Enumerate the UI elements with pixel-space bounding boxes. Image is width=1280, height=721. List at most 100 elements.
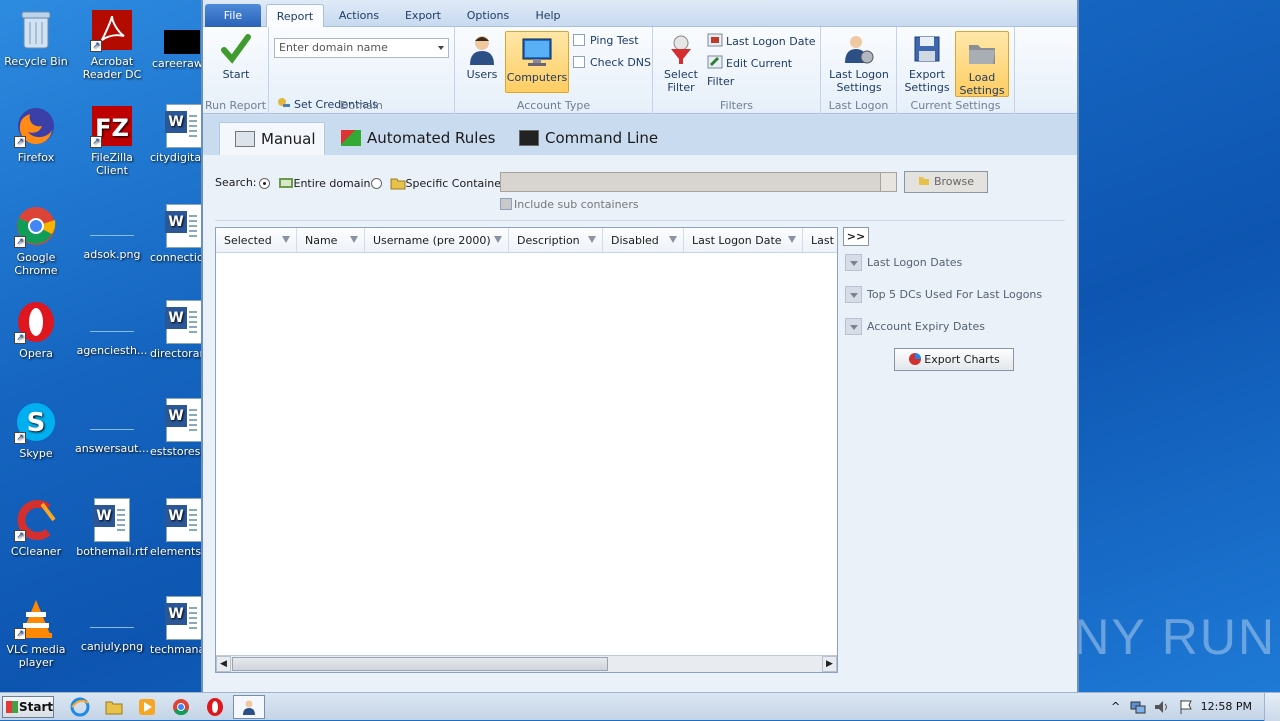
desktop-icon-citydigital[interactable]: citydigital	[150, 104, 206, 164]
file-explorer-icon[interactable]	[104, 697, 124, 717]
desktop-icon-label: techmana	[150, 643, 206, 656]
start-button[interactable]: Start	[213, 33, 259, 81]
menu-report[interactable]: Report	[266, 4, 324, 27]
word-doc-icon	[165, 300, 202, 344]
media-player-icon[interactable]	[137, 697, 157, 717]
radio-button	[259, 178, 270, 189]
chart-last-logon-dates[interactable]: Last Logon Dates	[845, 254, 962, 271]
export-charts-icon	[909, 353, 922, 365]
scroll-thumb[interactable]	[232, 657, 608, 671]
export-charts-button[interactable]: Export Charts	[894, 348, 1014, 371]
desktop-icon-ccleaner[interactable]: ↗ CCleaner	[0, 498, 74, 558]
container-combobox[interactable]	[500, 172, 897, 192]
volume-icon[interactable]	[1152, 697, 1172, 717]
group-account-type: Users Computers Ping Test Check DNS Acco…	[455, 27, 653, 114]
ping-test-checkbox[interactable]: Ping Test	[573, 32, 639, 50]
scroll-right-icon[interactable]: ▶	[822, 656, 837, 672]
desktop-icon-adsok[interactable]: adsok.png	[74, 204, 150, 261]
desktop-icon-vlc[interactable]: ↗ VLC media player	[0, 596, 74, 669]
flag-icon[interactable]	[1176, 697, 1196, 717]
column-header-name[interactable]: Name	[297, 228, 365, 252]
column-header-username[interactable]: Username (pre 2000)	[365, 228, 509, 252]
computers-label: Computers	[506, 71, 568, 84]
show-desktop-button[interactable]	[1264, 693, 1280, 721]
chart-top5-dcs[interactable]: Top 5 DCs Used For Last Logons	[845, 286, 1042, 303]
menu-help[interactable]: Help	[527, 4, 569, 27]
group-filters: Select Filter Last Logon Date Edit Curren…	[653, 27, 821, 114]
menu-actions[interactable]: Actions	[331, 4, 387, 27]
column-header-last-logon-truncated[interactable]: Last L	[803, 228, 837, 252]
chrome-taskbar-icon[interactable]	[171, 697, 191, 717]
filter-icon[interactable]	[494, 236, 502, 243]
domain-combobox[interactable]: Enter domain name	[274, 38, 449, 58]
filter-icon[interactable]	[282, 236, 290, 243]
specific-container-radio[interactable]: Specific Container:	[371, 176, 509, 190]
load-settings-button[interactable]: Load Settings	[955, 31, 1009, 97]
desktop-icon-recycle-bin[interactable]: Recycle Bin	[0, 8, 74, 68]
word-doc-icon	[165, 398, 202, 442]
users-button[interactable]: Users	[463, 33, 501, 81]
include-sub-containers-checkbox[interactable]: Include sub containers	[500, 198, 639, 211]
desktop-icon-connectio[interactable]: connectio	[150, 204, 206, 264]
tab-automated-rules[interactable]: Automated Rules	[341, 122, 501, 155]
filter-icon[interactable]	[669, 236, 677, 243]
column-header-last-logon-date[interactable]: Last Logon Date	[684, 228, 803, 252]
start-button-taskbar[interactable]: Start	[2, 696, 54, 718]
last-logon-settings-button[interactable]: Last Logon Settings	[825, 33, 893, 94]
browse-button[interactable]: Browse	[904, 171, 988, 193]
desktop-icon-skype[interactable]: S ↗ Skype	[0, 400, 74, 460]
app-window: File Report Actions Export Options Help …	[201, 0, 1079, 692]
internet-explorer-icon[interactable]	[70, 697, 90, 717]
desktop-icon-techmana[interactable]: techmana	[150, 596, 206, 656]
filter-icon[interactable]	[588, 236, 596, 243]
opera-taskbar-icon[interactable]	[205, 697, 225, 717]
filter-icon[interactable]	[350, 236, 358, 243]
export-settings-button[interactable]: Export Settings	[901, 33, 953, 94]
entire-domain-radio[interactable]: Entire domain	[259, 176, 371, 190]
column-header-description[interactable]: Description	[509, 228, 603, 252]
horizontal-scrollbar[interactable]: ◀ ▶	[216, 655, 837, 672]
desktop-icon-canjuly[interactable]: canjuly.png	[74, 596, 150, 653]
desktop-icon-careerawa[interactable]: careerawa	[146, 8, 210, 70]
desktop-icon-firefox[interactable]: ↗ Firefox	[0, 104, 74, 164]
desktop-icon-elementsp[interactable]: elementsp	[150, 498, 208, 558]
filter-icon[interactable]	[788, 236, 796, 243]
expand-panel-button[interactable]: >>	[843, 227, 869, 246]
active-app-taskbar-button[interactable]	[233, 695, 265, 719]
container-icon	[390, 178, 405, 190]
check-dns-checkbox[interactable]: Check DNS	[573, 54, 651, 72]
tab-manual[interactable]: Manual	[219, 122, 325, 155]
shortcut-arrow-icon: ↗	[14, 136, 26, 148]
select-filter-button[interactable]: Select Filter	[661, 33, 701, 94]
export-settings-label-1: Export	[908, 68, 945, 81]
recycle-bin-icon	[21, 11, 51, 49]
desktop-icon-acrobat[interactable]: ↗ Acrobat Reader DC	[74, 8, 150, 81]
desktop-icon-agencies[interactable]: agenciesth...	[74, 300, 150, 357]
last-logon-date-button[interactable]: Last Logon Date	[707, 32, 816, 50]
menu-file[interactable]: File	[205, 4, 261, 27]
edit-current-filter-button[interactable]: Edit Current Filter	[707, 54, 820, 88]
desktop-icon-opera[interactable]: ↗ Opera	[0, 300, 74, 360]
desktop-icon-answers[interactable]: answersaut...	[74, 398, 150, 455]
desktop-icon-filezilla[interactable]: FZ ↗ FileZilla Client	[74, 104, 150, 177]
chart-account-expiry[interactable]: Account Expiry Dates	[845, 318, 985, 335]
desktop-icon-directorar[interactable]: directorar	[150, 300, 206, 360]
network-icon[interactable]	[1128, 697, 1148, 717]
tab-command-line[interactable]: Command Line	[519, 122, 669, 155]
menu-options[interactable]: Options	[461, 4, 515, 27]
column-header-selected[interactable]: Selected	[216, 228, 297, 252]
shortcut-arrow-icon: ↗	[90, 40, 102, 52]
desktop-icon-chrome[interactable]: ↗ Google Chrome	[0, 204, 74, 277]
column-header-disabled[interactable]: Disabled	[603, 228, 684, 252]
computers-button[interactable]: Computers	[505, 31, 569, 93]
desktop-icon-bothemail[interactable]: bothemail.rtf	[74, 498, 150, 558]
desktop-icon-label: adsok.png	[83, 248, 141, 261]
browse-label: Browse	[933, 175, 975, 188]
scroll-left-icon[interactable]: ◀	[216, 656, 231, 672]
tray-expand-icon[interactable]: ^	[1111, 700, 1120, 713]
menu-export[interactable]: Export	[398, 4, 448, 27]
start-label: Start	[19, 700, 54, 714]
clock[interactable]: 12:58 PM	[1201, 693, 1252, 721]
results-grid[interactable]: Selected Name Username (pre 2000) Descri…	[215, 227, 838, 673]
desktop-icon-eststores[interactable]: eststores	[150, 398, 206, 458]
